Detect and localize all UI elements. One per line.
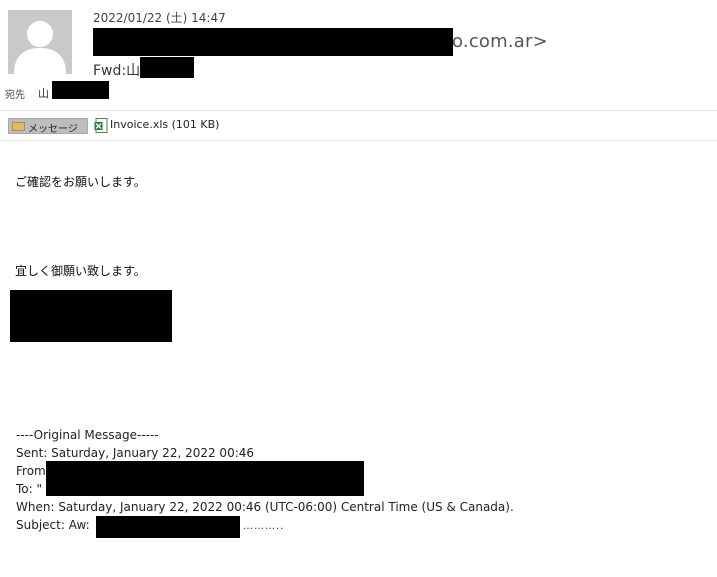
sender-avatar (8, 10, 72, 74)
recipient-label: 宛先 (5, 90, 25, 101)
original-subject-trailing: ……….. (243, 521, 285, 532)
body-line-2: 宜しく御願い致します。 (15, 264, 146, 278)
original-when: When: Saturday, January 22, 2022 00:46 (… (16, 500, 514, 514)
sender-address-tail[interactable]: o.com.ar> (452, 31, 548, 52)
redacted-from-to (46, 461, 364, 496)
original-to-label: To: " (16, 482, 43, 496)
header-divider (0, 110, 717, 111)
original-sent: Sent: Saturday, January 22, 2022 00:46 (16, 446, 255, 460)
message-tab[interactable]: メッセージ (8, 118, 88, 135)
redacted-original-subject (96, 516, 240, 538)
redacted-subject (140, 57, 194, 78)
attachment-link[interactable]: Invoice.xls (101 KB) (110, 118, 219, 131)
attachments-divider (0, 140, 717, 141)
envelope-icon (12, 122, 25, 131)
original-subject-label: Subject: Aw: (16, 518, 90, 532)
message-subject: Fwd:山 (93, 63, 141, 79)
original-from-label: From (16, 464, 46, 478)
message-date: 2022/01/22 (土) 14:47 (93, 11, 226, 25)
message-tab-label: メッセージ (28, 124, 78, 135)
excel-file-icon[interactable] (94, 118, 108, 133)
body-line-1: ご確認をお願いします。 (15, 175, 146, 189)
recipient-value[interactable]: 山 (38, 85, 49, 101)
user-avatar-icon (8, 10, 72, 74)
original-message-separator: ----Original Message----- (16, 428, 159, 442)
redacted-sender (93, 28, 453, 56)
redacted-signature (10, 290, 172, 342)
redacted-recipient (52, 81, 109, 99)
